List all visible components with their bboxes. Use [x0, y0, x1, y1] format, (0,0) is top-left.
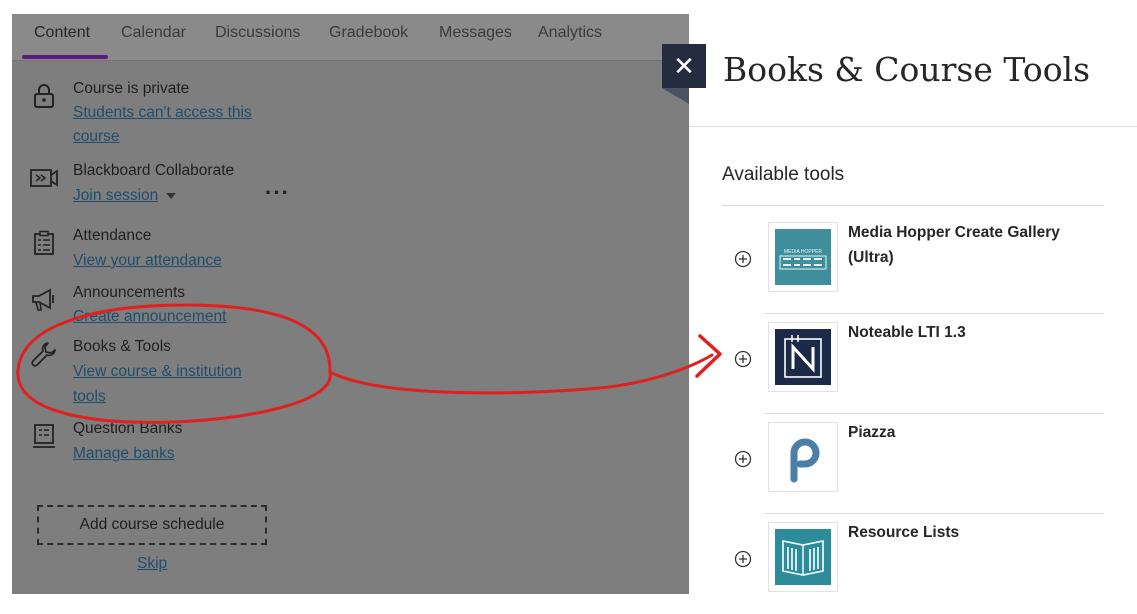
lock-icon [30, 82, 58, 110]
available-tools-label: Available tools [722, 164, 845, 185]
more-options-icon[interactable]: ··· [265, 180, 290, 206]
tool-name: Resource Lists [848, 524, 960, 541]
video-collaborate-icon [30, 164, 58, 192]
add-tool-icon[interactable] [734, 550, 752, 568]
course-privacy-link-cont[interactable]: course [73, 125, 120, 149]
chevron-down-icon [166, 192, 177, 199]
tool-row[interactable]: Noteable LTI 1.3 [722, 314, 1104, 414]
section-divider [722, 205, 1104, 206]
close-icon: ✕ [673, 50, 695, 81]
add-tool-icon[interactable] [734, 450, 752, 468]
announcements-title: Announcements [73, 284, 186, 301]
tab-gradebook[interactable]: Gradebook [329, 24, 408, 42]
tab-calendar[interactable]: Calendar [121, 24, 186, 42]
add-course-schedule-button[interactable]: Add course schedule [37, 505, 267, 545]
tab-analytics[interactable]: Analytics [538, 24, 602, 42]
question-bank-icon [30, 422, 58, 450]
tool-name: Media Hopper Create Gallery (Ultra) [848, 224, 1060, 266]
tab-discussions[interactable]: Discussions [215, 24, 300, 42]
tool-name: Piazza [848, 424, 896, 441]
tool-row[interactable]: Piazza [722, 414, 1104, 514]
manage-banks-link[interactable]: Manage banks [73, 442, 175, 466]
join-session-link[interactable]: Join session [73, 184, 177, 208]
media-hopper-create-logo: MEDIA HOPPER [768, 222, 838, 292]
panel-title: Books & Course Tools [723, 50, 1091, 89]
tab-messages[interactable]: Messages [439, 24, 512, 42]
close-panel-button[interactable]: ✕ [662, 44, 706, 88]
piazza-logo [768, 422, 838, 492]
books-tools-panel: Books & Course Tools Available tools MED… [689, 14, 1137, 594]
question-banks-title: Question Banks [73, 420, 183, 437]
course-privacy-link[interactable]: Students can't access this [73, 101, 252, 125]
close-button-fold [662, 88, 689, 104]
view-attendance-link[interactable]: View your attendance [73, 249, 222, 273]
course-privacy-title: Course is private [73, 80, 190, 97]
tool-row[interactable]: Resource Lists [722, 514, 1104, 614]
add-tool-icon[interactable] [734, 350, 752, 368]
add-tool-icon[interactable] [734, 250, 752, 268]
course-page-overlay: Content Calendar Discussions Gradebook M… [12, 14, 689, 594]
clipboard-icon [30, 229, 58, 257]
books-tools-title: Books & Tools [73, 338, 171, 355]
create-announcement-link[interactable]: Create announcement [73, 305, 226, 329]
course-tabs: Content Calendar Discussions Gradebook M… [12, 14, 689, 61]
tool-row[interactable]: MEDIA HOPPER Media Hopper Create Gallery… [722, 214, 1104, 314]
collaborate-title: Blackboard Collaborate [73, 162, 235, 179]
active-tab-indicator [22, 55, 108, 59]
view-tools-link[interactable]: View course & institution [73, 360, 242, 384]
megaphone-icon [30, 286, 58, 314]
svg-text:MEDIA HOPPER: MEDIA HOPPER [784, 249, 822, 255]
resource-lists-logo [768, 522, 838, 592]
wrench-icon [30, 340, 58, 368]
attendance-title: Attendance [73, 227, 152, 244]
tab-content[interactable]: Content [34, 24, 90, 42]
noteable-logo [768, 322, 838, 392]
panel-divider [689, 126, 1137, 127]
tool-name: Noteable LTI 1.3 [848, 324, 966, 341]
skip-link[interactable]: Skip [137, 555, 167, 573]
view-tools-link-cont[interactable]: tools [73, 385, 106, 409]
